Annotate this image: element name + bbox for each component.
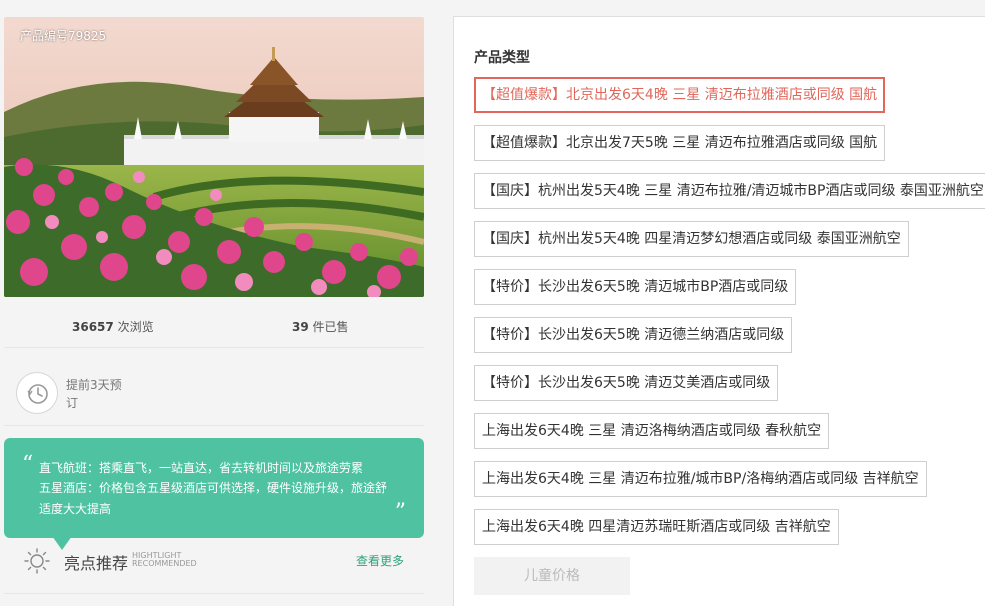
stats-divider (4, 347, 424, 348)
quote-close-icon: ” (394, 500, 406, 525)
product-type-option[interactable]: 【国庆】杭州出发5天4晚 三星 清迈布拉雅/清迈城市BP酒店或同级 泰国亚洲航空 (474, 173, 985, 209)
highlight-divider (4, 593, 424, 594)
product-type-option[interactable]: 【特价】长沙出发6天5晚 清迈城市BP酒店或同级 (474, 269, 797, 305)
product-photo: 产品编号79825 (4, 17, 424, 297)
product-id-label: 产品编号79825 (20, 29, 107, 43)
sold-count: 39 件已售 (292, 318, 349, 335)
product-type-panel: 产品类型 【超值爆款】北京出发6天4晚 三星 清迈布拉雅酒店或同级 国航 【超值爆… (453, 16, 985, 606)
highlight-subtitle: HIGHTLIGHT RECOMMENDED (132, 552, 212, 568)
view-count: 36657 次浏览 (72, 318, 154, 335)
clock-icon (16, 372, 58, 414)
product-overview: 产品编号79825 36657 次浏览 39 件已售 提前3天预订 “ 直飞航班… (0, 0, 440, 606)
view-count-number: 36657 (72, 320, 114, 334)
sun-icon (24, 548, 50, 574)
view-more-link[interactable]: 查看更多 (356, 552, 404, 569)
sold-count-label: 件已售 (312, 320, 349, 334)
product-type-option[interactable]: 【超值爆款】北京出发6天4晚 三星 清迈布拉雅酒店或同级 国航 (474, 77, 886, 113)
booking-divider (4, 425, 424, 426)
view-count-label: 次浏览 (117, 320, 154, 334)
product-type-option[interactable]: 【国庆】杭州出发5天4晚 四星清迈梦幻想酒店或同级 泰国亚洲航空 (474, 221, 909, 257)
child-price-button[interactable]: 儿童价格 (474, 557, 630, 595)
product-type-title: 产品类型 (474, 50, 530, 66)
product-type-option[interactable]: 上海出发6天4晚 三星 清迈布拉雅/城市BP/洛梅纳酒店或同级 吉祥航空 (474, 461, 927, 497)
product-type-option[interactable]: 上海出发6天4晚 三星 清迈洛梅纳酒店或同级 春秋航空 (474, 413, 830, 449)
booking-note: 提前3天预订 (66, 378, 122, 410)
quote-line-flight: 直飞航班：搭乘直飞，一站直达，省去转机时间以及旅途劳累 (39, 461, 364, 475)
booking-notice: 提前3天预订 (16, 372, 216, 416)
sold-count-number: 39 (292, 320, 309, 334)
product-type-option[interactable]: 【特价】长沙出发6天5晚 清迈德兰纳酒店或同级 (474, 317, 793, 353)
product-stats: 36657 次浏览 39 件已售 (4, 310, 424, 340)
product-type-option[interactable]: 【超值爆款】北京出发7天5晚 三星 清迈布拉雅酒店或同级 国航 (474, 125, 886, 161)
product-type-option[interactable]: 上海出发6天4晚 四星清迈苏瑞旺斯酒店或同级 吉祥航空 (474, 509, 839, 545)
quote-line-hotel: 五星酒店：价格包含五星级酒店可供选择，硬件设施升级，旅途舒适度大大提高 (39, 481, 388, 516)
temple-garden-image (4, 17, 424, 297)
quote-open-icon: “ (22, 452, 34, 477)
product-type-option[interactable]: 【特价】长沙出发6天5晚 清迈艾美酒店或同级 (474, 365, 779, 401)
highlight-subtitle-line2: RECOMMENDED (132, 559, 197, 568)
feature-quote-box: “ 直飞航班：搭乘直飞，一站直达，省去转机时间以及旅途劳累 五星酒店：价格包含五… (4, 438, 424, 538)
highlight-title: 亮点推荐 (64, 554, 129, 573)
highlight-header: 亮点推荐 HIGHTLIGHT RECOMMENDED 查看更多 (4, 546, 424, 576)
